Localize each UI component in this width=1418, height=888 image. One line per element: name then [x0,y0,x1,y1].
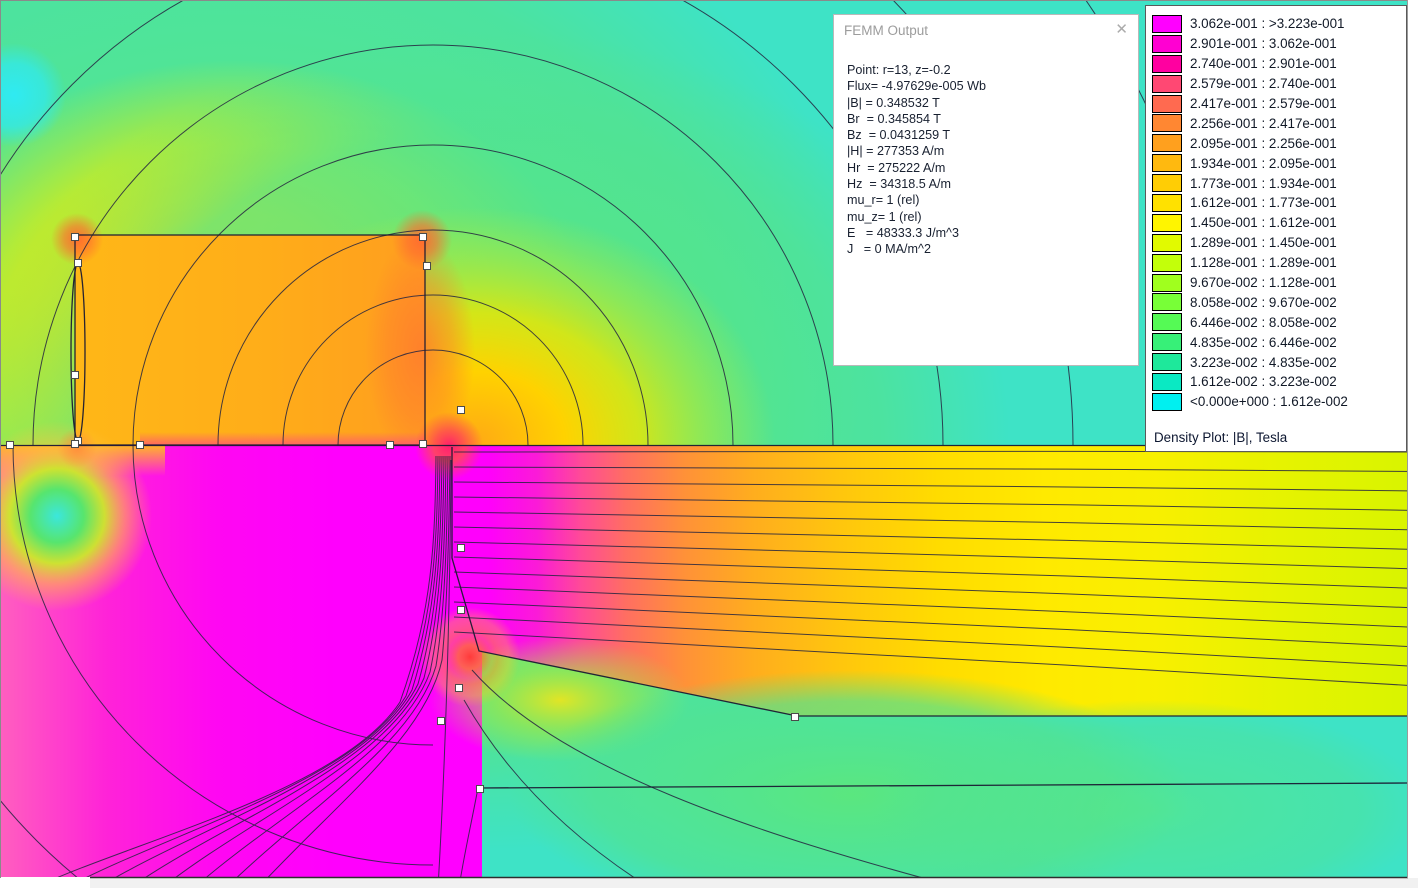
legend-color-swatch [1152,273,1182,292]
legend-color-swatch [1152,333,1182,352]
legend-range-label: 2.901e-001 : 3.062e-001 [1190,36,1337,52]
legend-row: 2.901e-001 : 3.062e-001 [1146,34,1406,54]
readout-line: E = 48333.3 J/m^3 [847,225,959,240]
readout-line: Point: r=13, z=-0.2 [847,63,951,77]
readout-line: Bz = 0.0431259 T [847,128,951,143]
legend-row: <0.000e+000 : 1.612e-002 [1146,392,1406,412]
readout-line: Br = 0.345854 T [847,111,941,126]
legend-row: 2.095e-001 : 2.256e-001 [1146,133,1406,153]
legend-range-label: 3.223e-002 : 4.835e-002 [1190,354,1337,370]
legend-color-swatch [1152,233,1182,252]
legend-range-label: 1.773e-001 : 1.934e-001 [1190,175,1337,191]
legend-title: Density Plot: |B|, Tesla [1154,430,1288,445]
readout-line: |H| = 277353 A/m [847,144,945,159]
readout-line: Flux= -4.97629e-005 Wb [847,79,986,94]
point-readout: Point: r=13, z=-0.2 Flux= -4.97629e-005 … [847,62,1138,258]
density-legend-panel: 3.062e-001 : >3.223e-001 2.901e-001 : 3.… [1145,5,1407,452]
legend-range-label: 2.417e-001 : 2.579e-001 [1190,96,1337,111]
legend-row: 2.256e-001 : 2.417e-001 [1146,113,1406,133]
legend-range-label: 9.670e-002 : 1.128e-001 [1190,275,1337,291]
legend-color-swatch [1152,213,1182,232]
readout-line: |B| = 0.348532 T [847,95,940,110]
legend-row: 2.579e-001 : 2.740e-001 [1146,74,1406,94]
legend-range-label: 2.740e-001 : 2.901e-001 [1190,56,1337,72]
legend-color-swatch [1152,253,1182,272]
legend-row: 1.289e-001 : 1.450e-001 [1146,233,1406,253]
legend-rows: 3.062e-001 : >3.223e-001 2.901e-001 : 3.… [1146,6,1406,412]
legend-color-swatch [1152,293,1182,312]
legend-row: 4.835e-002 : 6.446e-002 [1146,332,1406,352]
legend-range-label: 1.450e-001 : 1.612e-001 [1190,215,1337,231]
legend-range-label: <0.000e+000 : 1.612e-002 [1190,394,1348,410]
legend-color-swatch [1152,34,1182,53]
legend-row: 1.934e-001 : 2.095e-001 [1146,153,1406,173]
legend-color-swatch [1152,372,1182,391]
legend-color-swatch [1152,74,1182,93]
legend-color-swatch [1152,174,1182,193]
legend-color-swatch [1152,94,1182,113]
readout-line: Hr = 275222 A/m [847,160,946,175]
readout-line: J = 0 MA/m^2 [847,242,931,257]
femm-output-window[interactable]: FEMM Output ✕ Point: r=13, z=-0.2 Flux= … [833,14,1139,366]
legend-row: 3.062e-001 : >3.223e-001 [1146,14,1406,34]
readout-line: mu_z= 1 (rel) [847,209,922,224]
legend-range-label: 1.612e-002 : 3.223e-002 [1190,374,1337,390]
legend-color-swatch [1152,134,1182,153]
legend-range-label: 1.289e-001 : 1.450e-001 [1190,235,1337,251]
legend-row: 8.058e-002 : 9.670e-002 [1146,292,1406,312]
close-icon[interactable]: ✕ [1115,22,1128,37]
legend-range-label: 3.062e-001 : >3.223e-001 [1190,16,1345,32]
legend-row: 1.450e-001 : 1.612e-001 [1146,213,1406,233]
legend-row: 1.612e-001 : 1.773e-001 [1146,193,1406,213]
legend-range-label: 1.128e-001 : 1.289e-001 [1190,255,1337,271]
femm-output-titlebar[interactable]: FEMM Output ✕ [834,15,1138,38]
legend-range-label: 2.095e-001 : 2.256e-001 [1190,135,1337,151]
legend-row: 1.773e-001 : 1.934e-001 [1146,173,1406,193]
legend-row: 2.740e-001 : 2.901e-001 [1146,54,1406,74]
legend-color-swatch [1152,14,1182,33]
legend-range-label: 2.256e-001 : 2.417e-001 [1190,115,1337,131]
window-title: FEMM Output [844,23,929,38]
legend-color-swatch [1152,193,1182,212]
readout-line: mu_r= 1 (rel) [847,193,920,208]
legend-row: 2.417e-001 : 2.579e-001 [1146,94,1406,114]
legend-range-label: 4.835e-002 : 6.446e-002 [1190,334,1337,350]
legend-color-swatch [1152,392,1182,411]
legend-color-swatch [1152,114,1182,133]
legend-row: 3.223e-002 : 4.835e-002 [1146,352,1406,372]
readout-line: Hz = 34318.5 A/m [847,177,951,192]
legend-row: 6.446e-002 : 8.058e-002 [1146,312,1406,332]
legend-range-label: 6.446e-002 : 8.058e-002 [1190,314,1337,330]
legend-color-swatch [1152,54,1182,73]
legend-row: 9.670e-002 : 1.128e-001 [1146,273,1406,293]
legend-range-label: 1.612e-001 : 1.773e-001 [1190,195,1337,211]
legend-row: 1.612e-002 : 3.223e-002 [1146,372,1406,392]
legend-color-swatch [1152,154,1182,173]
legend-range-label: 2.579e-001 : 2.740e-001 [1190,76,1337,92]
legend-color-swatch [1152,313,1182,332]
femm-postprocessor-view: FEMM Output ✕ Point: r=13, z=-0.2 Flux= … [0,0,1418,888]
legend-range-label: 8.058e-002 : 9.670e-002 [1190,294,1337,310]
legend-range-label: 1.934e-001 : 2.095e-001 [1190,155,1337,171]
legend-color-swatch [1152,353,1182,372]
legend-row: 1.128e-001 : 1.289e-001 [1146,253,1406,273]
